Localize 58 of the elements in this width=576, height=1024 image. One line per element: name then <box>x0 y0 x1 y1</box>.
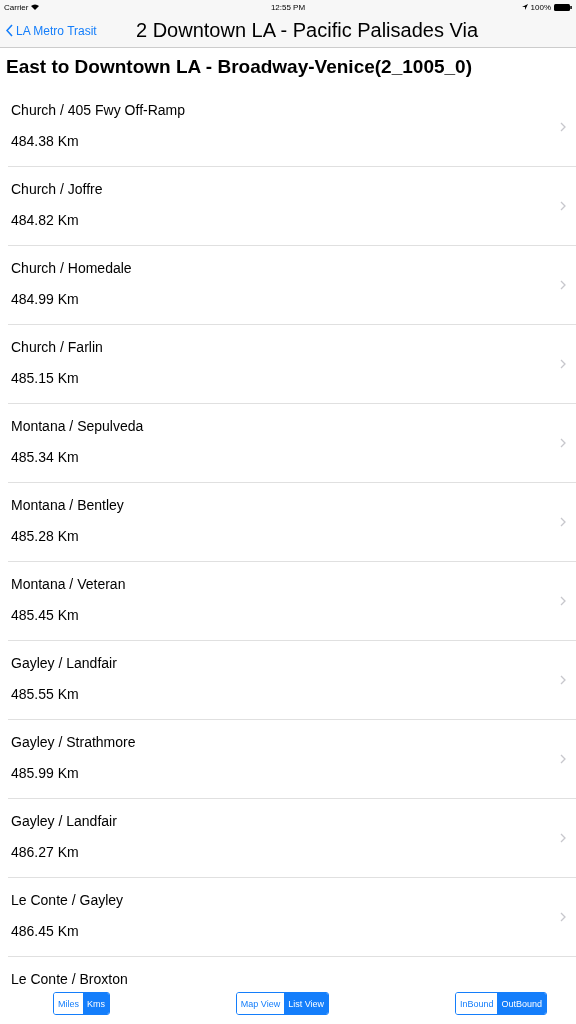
back-chevron-icon <box>6 24 13 37</box>
stop-distance: 486.45 Km <box>11 923 80 939</box>
back-button[interactable]: LA Metro Trasit <box>6 23 136 38</box>
stop-row[interactable]: Le Conte / Gayley 486.45 Km <box>8 877 576 956</box>
stop-name: Le Conte / Gayley <box>11 892 125 908</box>
stop-distance: 485.15 Km <box>11 370 80 386</box>
stop-name: Le Conte / Broxton <box>11 971 129 987</box>
stop-distance: 485.28 Km <box>11 528 80 544</box>
stop-distance: 485.55 Km <box>11 686 80 702</box>
segment-option[interactable]: OutBound <box>497 993 546 1014</box>
chevron-icon <box>560 675 566 685</box>
chevron-icon <box>560 359 566 369</box>
stop-name: Montana / Veteran <box>11 576 127 592</box>
stop-row[interactable]: Church / Joffre 484.82 Km <box>8 166 576 245</box>
segment-option[interactable]: Kms <box>83 993 109 1014</box>
stop-row[interactable]: Church / Farlin 485.15 Km <box>8 324 576 403</box>
chevron-icon <box>560 912 566 922</box>
stop-row[interactable]: Montana / Veteran 485.45 Km <box>8 561 576 640</box>
direction-heading: East to Downtown LA - Broadway-Venice(2_1005_0) <box>5 55 473 79</box>
chevron-icon <box>560 833 566 843</box>
stop-name: Montana / Sepulveda <box>11 418 145 434</box>
battery-percentage: 100% <box>530 2 551 12</box>
stop-name: Church / 405 Fwy Off-Ramp <box>11 102 187 118</box>
stop-row[interactable]: Montana / Bentley 485.28 Km <box>8 482 576 561</box>
stop-row[interactable]: Gayley / Landfair 486.27 Km <box>8 798 576 877</box>
stop-row[interactable]: Church / 405 Fwy Off-Ramp 484.38 Km <box>8 88 576 166</box>
wifi-icon <box>31 4 40 10</box>
stop-distance: 484.82 Km <box>11 212 80 228</box>
stop-distance: 484.99 Km <box>11 291 80 307</box>
stop-name: Church / Joffre <box>11 181 104 197</box>
screen-title: 2 Downtown LA - Pacific Palisades Via <box>136 19 479 42</box>
stop-name: Gayley / Landfair <box>11 813 118 829</box>
stop-name: Church / Farlin <box>11 339 104 355</box>
chevron-icon <box>560 280 566 290</box>
clock-time: 12:55 PM <box>270 2 306 12</box>
stop-distance: 485.99 Km <box>11 765 80 781</box>
chevron-icon <box>560 596 566 606</box>
chevron-icon <box>560 122 566 132</box>
chevron-icon <box>560 754 566 764</box>
chevron-icon <box>560 201 566 211</box>
chevron-icon <box>560 517 566 527</box>
stop-name: Gayley / Landfair <box>11 655 118 671</box>
chevron-icon <box>560 438 566 448</box>
stop-row[interactable]: Montana / Sepulveda 485.34 Km <box>8 403 576 482</box>
stop-distance: 485.45 Km <box>11 607 80 623</box>
stop-name: Montana / Bentley <box>11 497 125 513</box>
stop-distance: 486.27 Km <box>11 844 80 860</box>
stop-row[interactable]: Gayley / Strathmore 485.99 Km <box>8 719 576 798</box>
segment-option[interactable]: List View <box>284 993 329 1014</box>
stop-row[interactable]: Gayley / Landfair 485.55 Km <box>8 640 576 719</box>
stop-distance: 484.38 Km <box>11 133 80 149</box>
battery-icon <box>554 3 572 11</box>
stop-row[interactable]: Church / Homedale 484.99 Km <box>8 245 576 324</box>
carrier-label: Carrier <box>4 2 29 12</box>
stop-distance: 485.34 Km <box>11 449 80 465</box>
stop-name: Church / Homedale <box>11 260 133 276</box>
location-arrow-icon <box>521 4 528 10</box>
stop-name: Gayley / Strathmore <box>11 734 137 750</box>
